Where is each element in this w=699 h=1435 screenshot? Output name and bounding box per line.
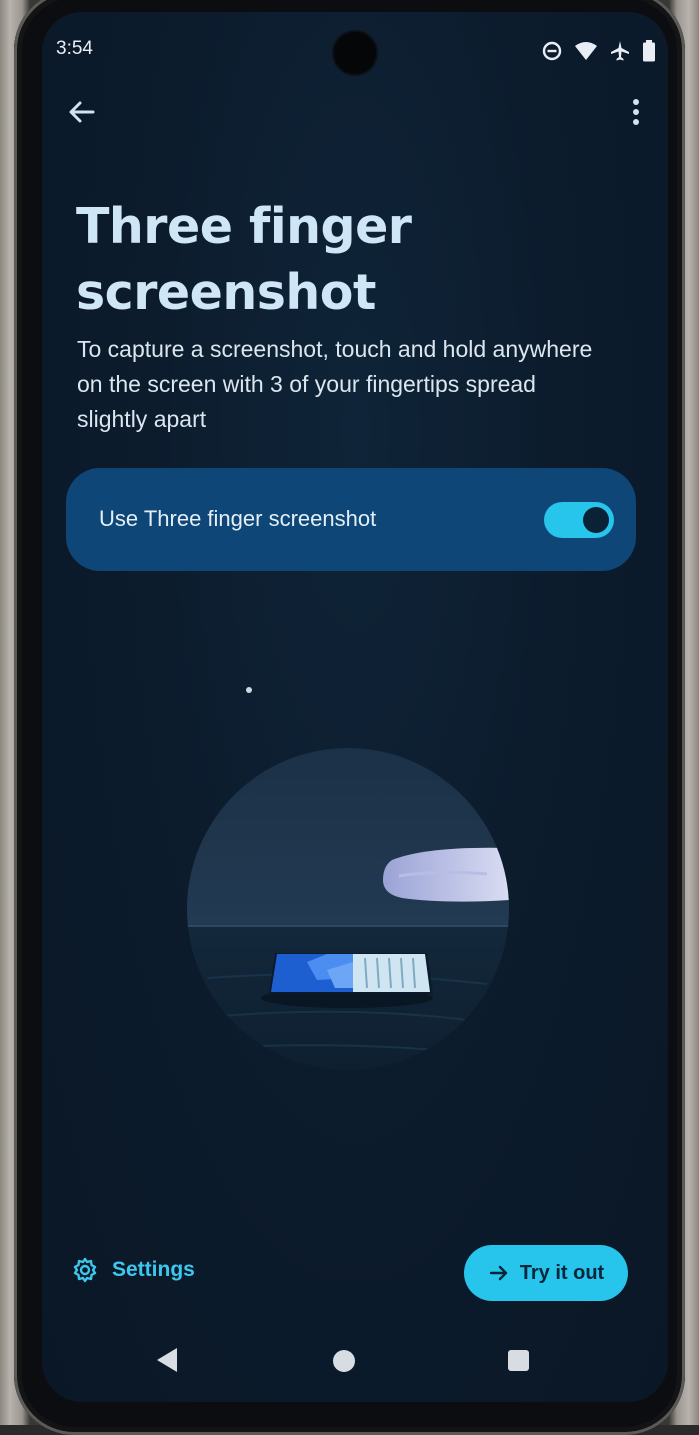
page-description: To capture a screenshot, touch and hold … bbox=[77, 332, 637, 437]
settings-link[interactable]: Settings bbox=[72, 1252, 195, 1288]
three-finger-gesture-illustration bbox=[187, 748, 509, 1070]
nav-back-icon bbox=[157, 1348, 177, 1372]
status-time: 3:54 bbox=[56, 38, 93, 59]
page-title-line: screenshot bbox=[76, 264, 376, 321]
do-not-disturb-icon bbox=[542, 41, 562, 65]
description-line: slightly apart bbox=[77, 406, 207, 432]
status-icons bbox=[542, 40, 656, 66]
more-vert-icon bbox=[633, 99, 639, 125]
use-three-finger-screenshot-toggle-row[interactable]: Use Three finger screenshot bbox=[66, 468, 636, 571]
navigation-bar bbox=[42, 1332, 668, 1392]
arrow-right-icon bbox=[489, 1265, 507, 1281]
try-it-out-label: Try it out bbox=[519, 1261, 605, 1284]
animation-dot bbox=[246, 687, 252, 693]
description-line: To capture a screenshot, touch and hold … bbox=[77, 336, 593, 362]
app-bar bbox=[42, 82, 668, 142]
gear-icon bbox=[73, 1257, 97, 1283]
switch-thumb bbox=[583, 507, 609, 533]
description-line: on the screen with 3 of your fingertips … bbox=[77, 371, 536, 397]
front-camera bbox=[334, 32, 376, 74]
nav-home-icon[interactable] bbox=[333, 1350, 355, 1372]
back-button[interactable] bbox=[64, 94, 100, 130]
more-options-button[interactable] bbox=[622, 94, 650, 130]
arrow-left-icon bbox=[69, 101, 95, 123]
page-title-line: Three finger bbox=[76, 198, 412, 255]
page-title: Three finger screenshot bbox=[76, 194, 636, 326]
airplane-icon bbox=[610, 40, 630, 66]
wifi-icon bbox=[574, 41, 598, 65]
settings-label: Settings bbox=[112, 1258, 195, 1281]
phone-screen: 3:54 Three finger screenshot To capture … bbox=[42, 12, 668, 1402]
nav-recents-icon[interactable] bbox=[508, 1350, 529, 1371]
try-it-out-button[interactable]: Try it out bbox=[464, 1245, 628, 1301]
toggle-label: Use Three finger screenshot bbox=[99, 506, 377, 531]
battery-icon bbox=[642, 40, 656, 66]
nav-back-button[interactable] bbox=[155, 1346, 179, 1378]
three-finger-screenshot-switch[interactable] bbox=[544, 502, 614, 538]
